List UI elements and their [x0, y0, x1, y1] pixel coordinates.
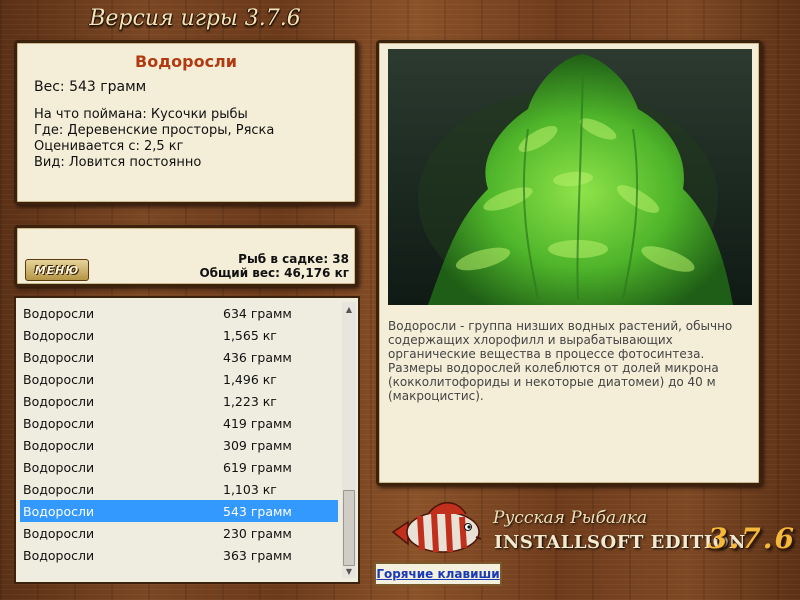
catch-weight: 634 грамм: [223, 305, 292, 321]
catch-name: Водоросли: [23, 305, 95, 321]
fish-photo: [388, 49, 752, 305]
catch-list-row[interactable]: Водоросли 1,565 кг: [20, 324, 338, 346]
catch-weight: 619 грамм: [223, 459, 292, 475]
catch-name: Водоросли: [23, 349, 95, 365]
catch-weight: 230 грамм: [223, 525, 292, 541]
catch-weight: 436 грамм: [223, 349, 292, 365]
catch-name: Водоросли: [23, 459, 95, 475]
kind-info: Вид: Ловится постоянно: [34, 155, 202, 170]
catch-list-row[interactable]: Водоросли 419 грамм: [20, 412, 338, 434]
scroll-thumb[interactable]: [343, 490, 355, 566]
fish-name: Водоросли: [135, 52, 237, 71]
value-info: Оценивается с: 2,5 кг: [34, 139, 184, 154]
catch-name: Водоросли: [23, 371, 95, 387]
catch-name: Водоросли: [23, 503, 95, 519]
arrow-down-icon[interactable]: ▼: [342, 564, 356, 578]
total-weight: Общий вес: 46,176 кг: [199, 266, 349, 280]
catch-list[interactable]: Водоросли 634 грамм Водоросли 1,565 кг Водор…: [14, 296, 360, 584]
version-title: Версия игры 3.7.6: [89, 6, 301, 31]
bait-info: На что поймана: Кусочки рыбы: [34, 107, 248, 122]
catch-weight: 1,496 кг: [223, 371, 277, 387]
fish-description: Водоросли - группа низших водных растени…: [388, 319, 733, 403]
catch-list-row[interactable]: Водоросли 543 грамм: [20, 500, 338, 522]
catch-name: Водоросли: [23, 327, 95, 343]
fish-count: Рыб в садке: 38: [238, 252, 349, 266]
catch-list-rows: Водоросли 634 грамм Водоросли 1,565 кг Водор…: [20, 302, 338, 566]
catch-name: Водоросли: [23, 393, 95, 409]
catch-weight: 543 грамм: [223, 503, 292, 519]
catch-list-row[interactable]: Водоросли 619 грамм: [20, 456, 338, 478]
list-scrollbar[interactable]: ▲ ▼: [342, 302, 356, 578]
fish-photo-panel: Водоросли - группа низших водных растени…: [376, 40, 762, 486]
fish-weight: Вес: 543 грамм: [34, 79, 147, 95]
catch-weight: 1,103 кг: [223, 481, 277, 497]
catch-weight: 419 грамм: [223, 415, 292, 431]
catch-weight: 309 грамм: [223, 437, 292, 453]
catch-name: Водоросли: [23, 437, 95, 453]
catch-list-row[interactable]: Водоросли 309 грамм: [20, 434, 338, 456]
location-info: Где: Деревенские просторы, Ряска: [34, 123, 275, 138]
catch-name: Водоросли: [23, 547, 95, 563]
algae-image: [418, 54, 733, 305]
cage-stats: Рыб в садке: 38 Общий вес: 46,176 кг: [199, 252, 349, 280]
catch-name: Водоросли: [23, 481, 95, 497]
hotkeys-button[interactable]: Горячие клавиши: [374, 562, 502, 586]
arrow-up-icon[interactable]: ▲: [342, 302, 356, 316]
catch-list-row[interactable]: Водоросли 363 грамм: [20, 544, 338, 566]
game-logo: Русская Рыбалка INSTALLSOFT EDITION 3.7.…: [388, 492, 794, 562]
catch-name: Водоросли: [23, 415, 95, 431]
logo-title: Русская Рыбалка: [493, 508, 648, 528]
catch-list-row[interactable]: Водоросли 1,103 кг: [20, 478, 338, 500]
logo-version: 3.7.6: [708, 522, 796, 555]
menu-button[interactable]: МЕНЮ: [25, 259, 89, 281]
fish-icon: [391, 502, 482, 553]
fish-details: На что поймана: Кусочки рыбы Где: Дереве…: [34, 107, 355, 171]
catch-list-row[interactable]: Водоросли 230 грамм: [20, 522, 338, 544]
catch-list-row[interactable]: Водоросли 436 грамм: [20, 346, 338, 368]
catch-list-row[interactable]: Водоросли 634 грамм: [20, 302, 338, 324]
catch-list-row[interactable]: Водоросли 1,496 кг: [20, 368, 338, 390]
catch-weight: 1,223 кг: [223, 393, 277, 409]
catch-weight: 363 грамм: [223, 547, 292, 563]
cage-panel: МЕНЮ Рыб в садке: 38 Общий вес: 46,176 к…: [14, 225, 358, 287]
catch-list-row[interactable]: Водоросли 1,223 кг: [20, 390, 338, 412]
catch-name: Водоросли: [23, 525, 95, 541]
catch-weight: 1,565 кг: [223, 327, 277, 343]
fish-info-panel: Водоросли Вес: 543 грамм На что поймана:…: [14, 40, 358, 205]
